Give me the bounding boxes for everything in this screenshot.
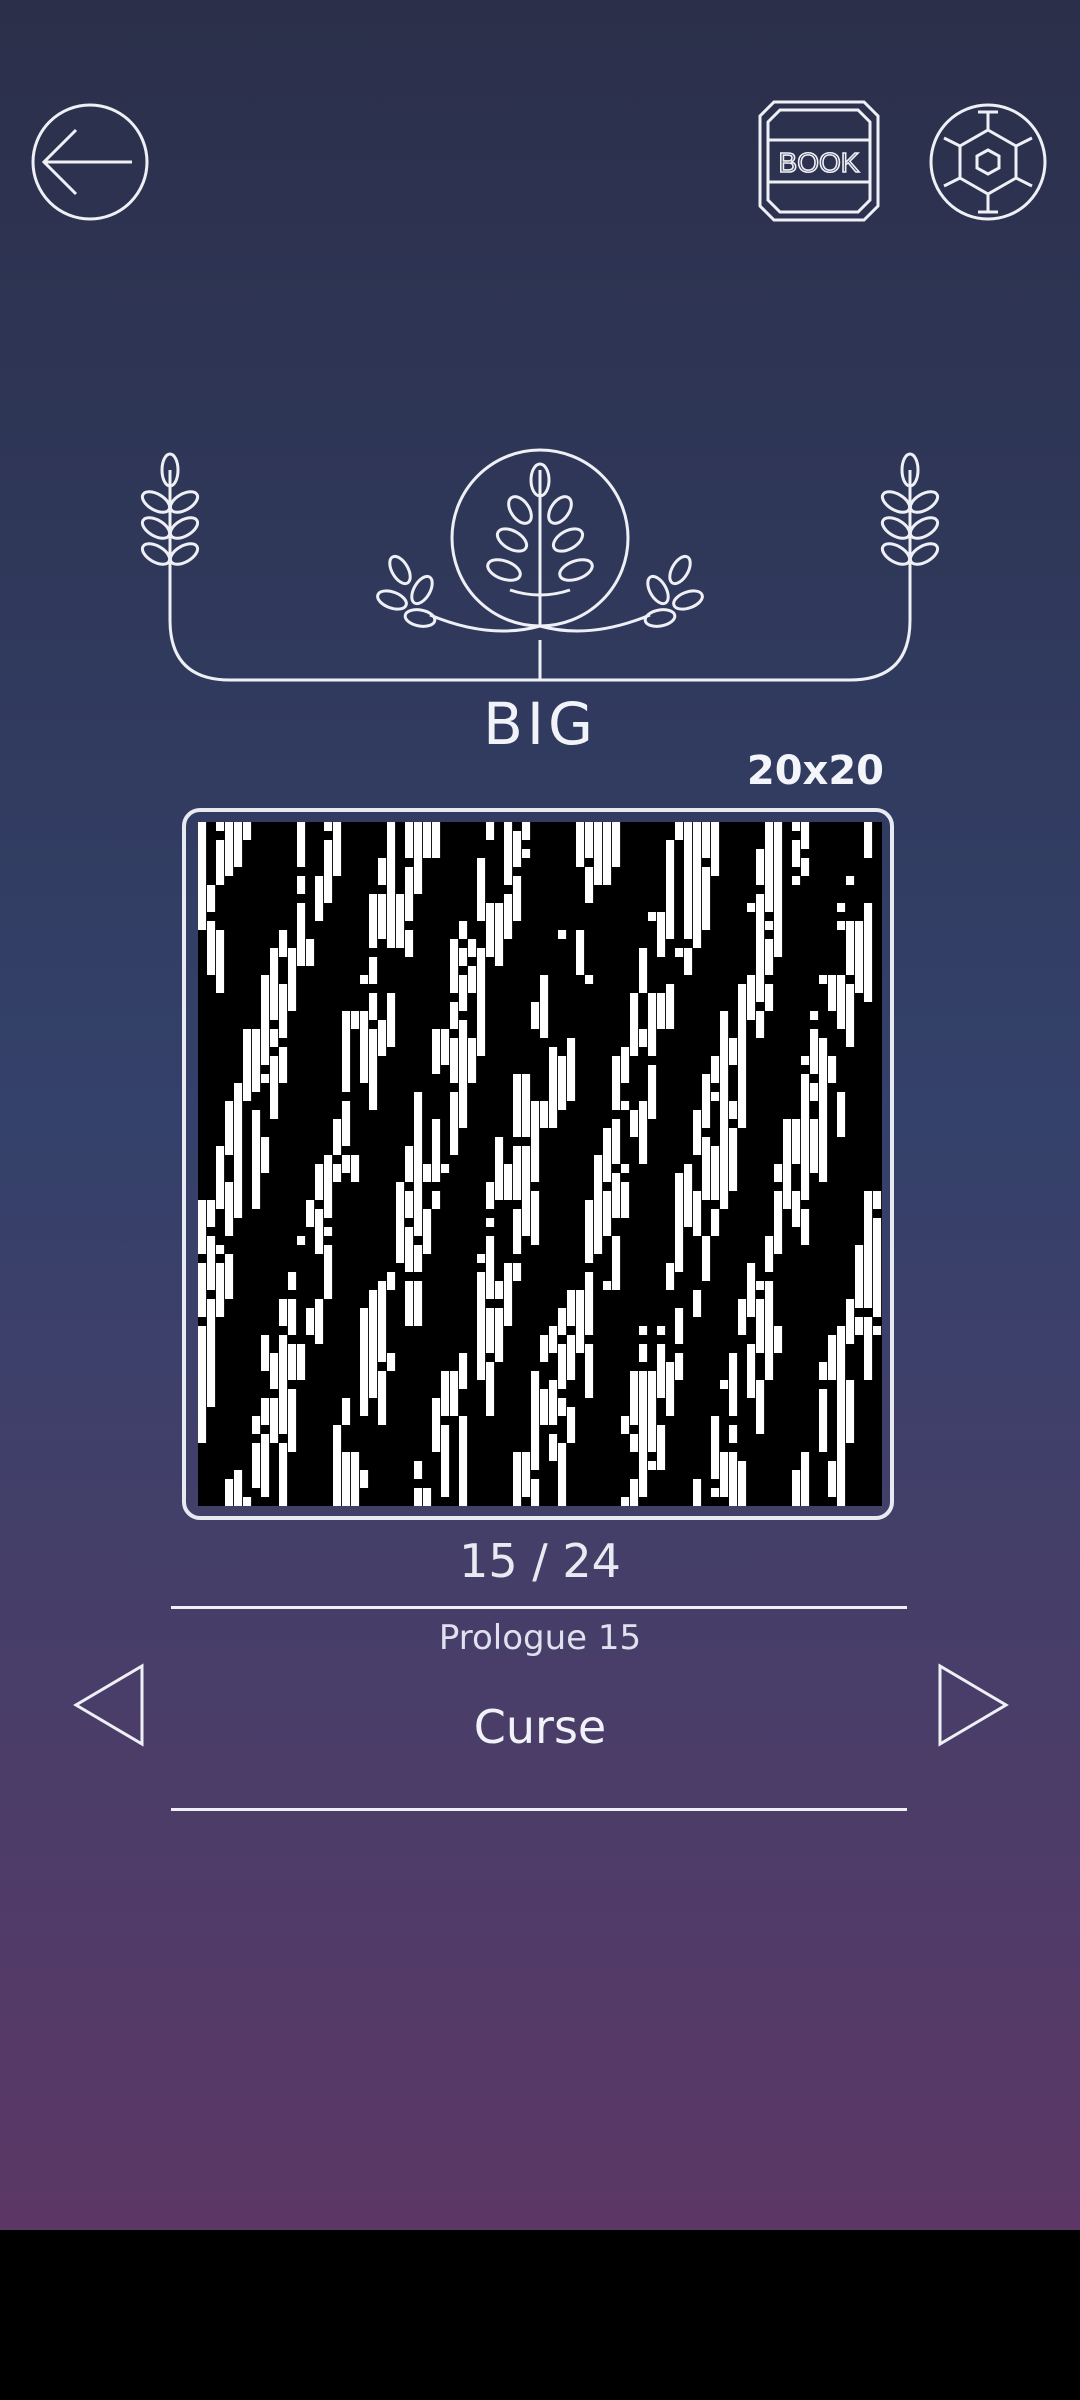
triangle-right-icon xyxy=(938,1663,1009,1747)
puzzle-name: Curse xyxy=(473,1700,607,1754)
category-title: BIG xyxy=(483,690,597,758)
puzzle-select-screen: BOOK BIG 20x20 15 / 24 Prologue 15 Curse xyxy=(0,0,1080,2230)
puzzle-preview-image[interactable] xyxy=(198,822,882,1506)
divider-top xyxy=(171,1606,907,1609)
puzzle-counter: 15 / 24 xyxy=(459,1534,621,1588)
book-button[interactable]: BOOK xyxy=(758,100,880,222)
book-label: BOOK xyxy=(779,147,860,178)
gear-icon xyxy=(929,103,1047,221)
arrow-left-icon xyxy=(31,103,149,221)
back-button[interactable] xyxy=(30,102,150,222)
branch-ornament-icon xyxy=(140,448,940,682)
chapter-label: Prologue 15 xyxy=(438,1618,642,1658)
divider-bottom xyxy=(171,1808,907,1811)
grid-size-label: 20x20 xyxy=(746,748,884,794)
book-icon: BOOK xyxy=(758,100,880,222)
pixel-art-preview xyxy=(198,822,882,1506)
next-puzzle-button[interactable] xyxy=(932,1660,1012,1750)
system-navigation-bar xyxy=(0,2230,1080,2400)
settings-button[interactable] xyxy=(928,102,1048,222)
